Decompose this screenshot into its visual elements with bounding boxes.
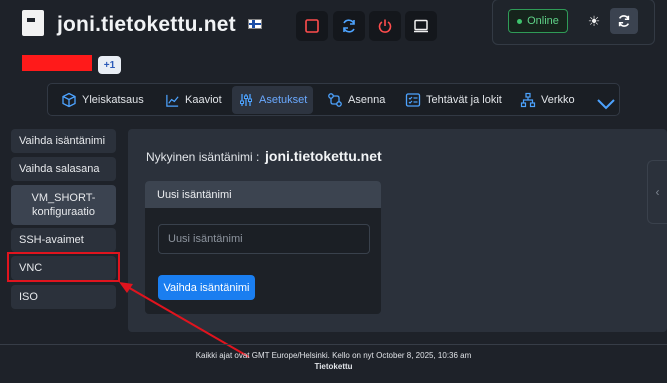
tab-network[interactable]: Verkko	[514, 86, 581, 114]
current-hostname-label: Nykyinen isäntänimi :	[146, 150, 260, 164]
tasks-icon	[405, 93, 421, 107]
console-button[interactable]	[405, 11, 437, 41]
chart-line-icon	[166, 94, 179, 107]
refresh-icon	[343, 19, 355, 33]
chevron-left-icon: ‹	[655, 185, 660, 199]
page-title: joni.tietokettu.net	[57, 13, 236, 36]
sync-icon	[618, 15, 630, 27]
online-dot-icon	[517, 18, 523, 24]
sun-icon[interactable]: ☀	[586, 13, 602, 29]
tab-label: Asetukset	[259, 94, 308, 106]
vnc-highlight-box	[7, 252, 120, 282]
network-icon	[520, 92, 536, 108]
sidebar-item-change-password[interactable]: Vaihda salasana	[11, 157, 116, 181]
install-icon	[328, 93, 342, 107]
status-label: Online	[527, 15, 559, 27]
power-icon	[378, 19, 392, 33]
redacted-area	[22, 55, 92, 71]
stop-icon	[305, 19, 319, 33]
tab-label: Asenna	[348, 94, 386, 106]
tab-label: Tehtävät ja lokit	[426, 94, 502, 106]
footer-divider	[0, 344, 667, 345]
footer-timezone-text: Kaikki ajat ovat GMT Europe/Helsinki. Ke…	[195, 351, 472, 360]
tab-label: Yleiskatsaus	[82, 94, 144, 106]
tab-settings[interactable]: Asetukset	[232, 86, 314, 114]
tab-install[interactable]: Asenna	[321, 86, 391, 114]
console-icon	[414, 19, 428, 33]
new-hostname-input[interactable]	[158, 224, 370, 254]
change-hostname-button[interactable]: Vaihda isäntänimi	[158, 275, 255, 300]
tab-label: Kaaviot	[185, 94, 222, 106]
sidebar-item-label: VM_SHORT-konfiguraatio	[31, 192, 96, 218]
sidebar-item-label: Vaihda isäntänimi	[19, 135, 106, 147]
status-badge: Online	[508, 9, 568, 33]
sync-button[interactable]	[610, 8, 638, 34]
collapse-panel-button[interactable]: ‹	[647, 160, 667, 224]
restart-button[interactable]	[333, 11, 365, 41]
site-logo[interactable]	[22, 10, 44, 36]
sidebar-item-ssh-keys[interactable]: SSH-avaimet	[11, 228, 116, 252]
power-button[interactable]	[369, 11, 401, 41]
sidebar-item-iso[interactable]: ISO	[11, 285, 116, 309]
card-title: Uusi isäntänimi	[145, 181, 381, 208]
cube-icon	[62, 92, 76, 108]
tabs-more-button[interactable]	[590, 90, 622, 118]
chevron-down-icon	[597, 99, 615, 110]
sidebar-item-label: Vaihda salasana	[19, 163, 100, 175]
sidebar-item-label: SSH-avaimet	[19, 234, 84, 246]
sidebar-item-label: ISO	[19, 291, 38, 303]
stop-button[interactable]	[296, 11, 328, 41]
sliders-icon	[240, 94, 252, 106]
tab-overview[interactable]: Yleiskatsaus	[55, 86, 150, 114]
more-count-badge[interactable]: +1	[98, 56, 121, 74]
current-hostname-value: joni.tietokettu.net	[265, 148, 382, 164]
footer-brand[interactable]: Tietokettu	[0, 362, 667, 371]
finland-flag-icon	[248, 19, 262, 29]
tab-charts[interactable]: Kaaviot	[159, 86, 228, 114]
tab-tasks-logs[interactable]: Tehtävät ja lokit	[399, 86, 508, 114]
sidebar-item-vm-config[interactable]: VM_SHORT-konfiguraatio	[11, 185, 116, 225]
sidebar-item-change-hostname[interactable]: Vaihda isäntänimi	[11, 129, 116, 153]
tab-label: Verkko	[541, 94, 575, 106]
